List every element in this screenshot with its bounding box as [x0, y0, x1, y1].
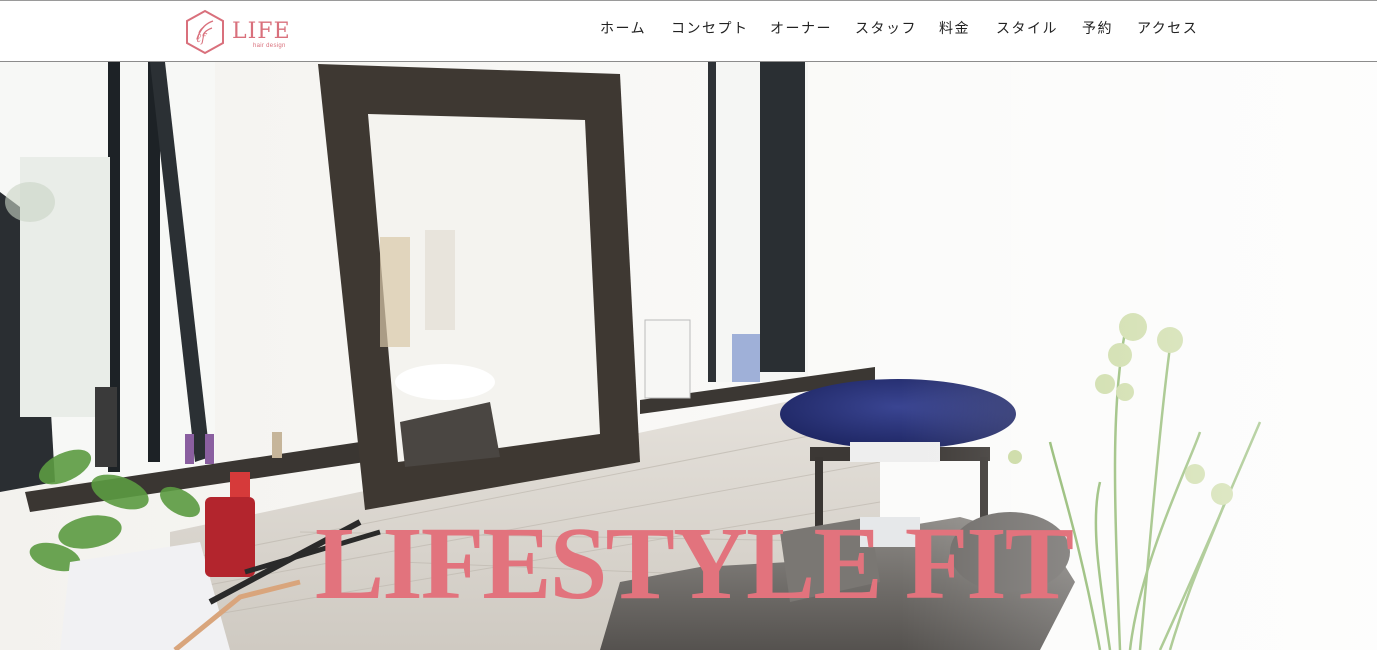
- hero-section: LIFESTYLE FIT: [0, 62, 1377, 650]
- nav-access[interactable]: アクセス: [1137, 20, 1198, 38]
- nav-reservation[interactable]: 予約: [1082, 20, 1113, 38]
- site-header: ℓf LIFE hair design ホーム コンセプト オーナー スタッフ …: [0, 0, 1377, 62]
- nav-style[interactable]: スタイル: [996, 20, 1058, 38]
- nav-staff[interactable]: スタッフ: [855, 20, 917, 38]
- nav-owner[interactable]: オーナー: [770, 20, 832, 38]
- main-nav: ホーム コンセプト オーナー スタッフ 料金 スタイル 予約 アクセス: [0, 1, 1377, 61]
- nav-concept[interactable]: コンセプト: [671, 20, 749, 38]
- hero-title: LIFESTYLE FIT: [314, 506, 1074, 621]
- nav-home[interactable]: ホーム: [600, 20, 646, 38]
- nav-price[interactable]: 料金: [939, 20, 970, 38]
